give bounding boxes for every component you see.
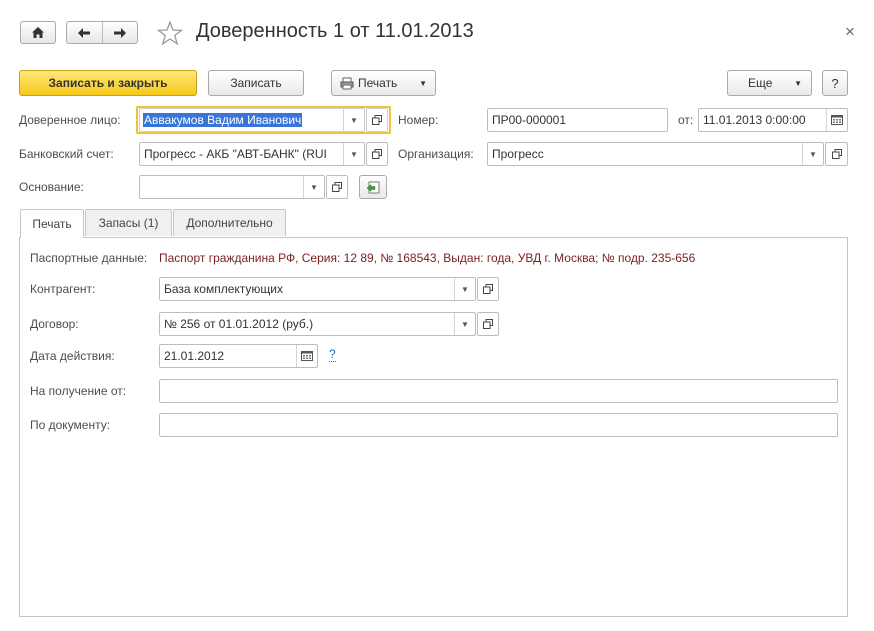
number-field[interactable]: ПР00-000001 xyxy=(487,108,668,132)
chevron-down-icon[interactable]: ▼ xyxy=(303,176,324,198)
passport-label: Паспортные данные: xyxy=(30,251,148,265)
chevron-down-icon: ▼ xyxy=(794,78,802,88)
open-window-icon xyxy=(483,319,493,329)
contract-value: № 256 от 01.01.2012 (руб.) xyxy=(164,317,314,331)
calendar-icon[interactable] xyxy=(826,109,847,131)
tab-additional[interactable]: Дополнительно xyxy=(173,209,286,236)
receive-from-label: На получение от: xyxy=(30,384,127,398)
contract-label: Договор: xyxy=(30,317,79,331)
contract-open-button[interactable] xyxy=(477,312,499,336)
home-icon xyxy=(32,27,44,38)
chevron-down-icon[interactable]: ▼ xyxy=(454,278,475,300)
tab-print[interactable]: Печать xyxy=(20,209,84,238)
valid-date-field[interactable]: 21.01.2012 xyxy=(159,344,318,368)
fill-from-basis-icon xyxy=(366,181,380,193)
bank-account-value: Прогресс - АКБ "АВТ-БАНК" (RUI xyxy=(144,147,327,161)
bank-account-open-button[interactable] xyxy=(366,142,388,166)
date-label: от: xyxy=(678,113,694,127)
organization-label: Организация: xyxy=(398,147,474,161)
receive-from-field[interactable] xyxy=(159,379,838,403)
open-window-icon xyxy=(831,149,842,159)
counterparty-field[interactable]: База комплектующих ▼ xyxy=(159,277,476,301)
window-title: Доверенность 1 от 11.01.2013 xyxy=(196,20,474,42)
printer-icon xyxy=(340,77,354,89)
valid-date-help-link[interactable]: ? xyxy=(329,348,336,362)
basis-open-button[interactable] xyxy=(326,175,348,199)
tab-stocks[interactable]: Запасы (1) xyxy=(85,209,172,236)
number-label: Номер: xyxy=(398,113,439,127)
by-document-label: По документу: xyxy=(30,418,111,432)
contract-field[interactable]: № 256 от 01.01.2012 (руб.) ▼ xyxy=(159,312,476,336)
number-value: ПР00-000001 xyxy=(492,113,567,127)
bank-account-label: Банковский счет: xyxy=(19,147,114,161)
nav-group xyxy=(66,21,138,44)
favorite-star-button[interactable] xyxy=(156,20,184,46)
open-window-icon xyxy=(372,115,382,125)
home-button[interactable] xyxy=(20,21,56,44)
basis-label: Основание: xyxy=(19,180,84,194)
organization-field[interactable]: Прогресс ▼ xyxy=(487,142,824,166)
counterparty-open-button[interactable] xyxy=(477,277,499,301)
counterparty-value: База комплектующих xyxy=(164,282,283,296)
forward-button[interactable] xyxy=(103,22,138,43)
basis-field[interactable]: ▼ xyxy=(139,175,325,199)
save-and-close-button[interactable]: Записать и закрыть xyxy=(19,70,197,96)
passport-value: Паспорт гражданина РФ, Серия: 12 89, № 1… xyxy=(159,251,696,265)
save-button[interactable]: Записать xyxy=(208,70,304,96)
date-value: 11.01.2013 0:00:00 xyxy=(703,113,806,127)
calendar-icon[interactable] xyxy=(296,345,317,367)
open-window-icon xyxy=(483,284,493,294)
trustee-field[interactable]: Аввакумов Вадим Иванович ▼ xyxy=(139,108,365,132)
fill-basis-button[interactable] xyxy=(359,175,387,199)
star-icon xyxy=(156,20,184,46)
chevron-down-icon: ▼ xyxy=(419,78,427,88)
chevron-down-icon[interactable]: ▼ xyxy=(343,109,364,131)
trustee-value: Аввакумов Вадим Иванович xyxy=(143,113,303,127)
arrow-left-icon xyxy=(78,27,91,38)
open-window-icon xyxy=(332,182,342,192)
counterparty-label: Контрагент: xyxy=(30,282,96,296)
trustee-open-button[interactable] xyxy=(366,108,388,132)
valid-date-value: 21.01.2012 xyxy=(164,349,225,363)
organization-value: Прогресс xyxy=(492,147,544,161)
chevron-down-icon[interactable]: ▼ xyxy=(343,143,364,165)
trustee-label: Доверенное лицо: xyxy=(19,113,121,127)
bank-account-field[interactable]: Прогресс - АКБ "АВТ-БАНК" (RUI ▼ xyxy=(139,142,365,166)
back-button[interactable] xyxy=(67,22,103,43)
valid-date-label: Дата действия: xyxy=(30,349,115,363)
date-field[interactable]: 11.01.2013 0:00:00 xyxy=(698,108,848,132)
open-window-icon xyxy=(372,149,382,159)
close-icon[interactable]: × xyxy=(845,22,855,42)
chevron-down-icon[interactable]: ▼ xyxy=(802,143,823,165)
by-document-field[interactable] xyxy=(159,413,838,437)
more-button-label: Еще xyxy=(748,76,773,90)
chevron-down-icon[interactable]: ▼ xyxy=(454,313,475,335)
help-button[interactable]: ? xyxy=(822,70,848,96)
organization-open-button[interactable] xyxy=(825,142,848,166)
print-button[interactable]: Печать ▼ xyxy=(331,70,436,96)
print-button-label: Печать xyxy=(358,76,398,90)
more-button[interactable]: Еще ▼ xyxy=(727,70,812,96)
arrow-right-icon xyxy=(113,27,126,38)
